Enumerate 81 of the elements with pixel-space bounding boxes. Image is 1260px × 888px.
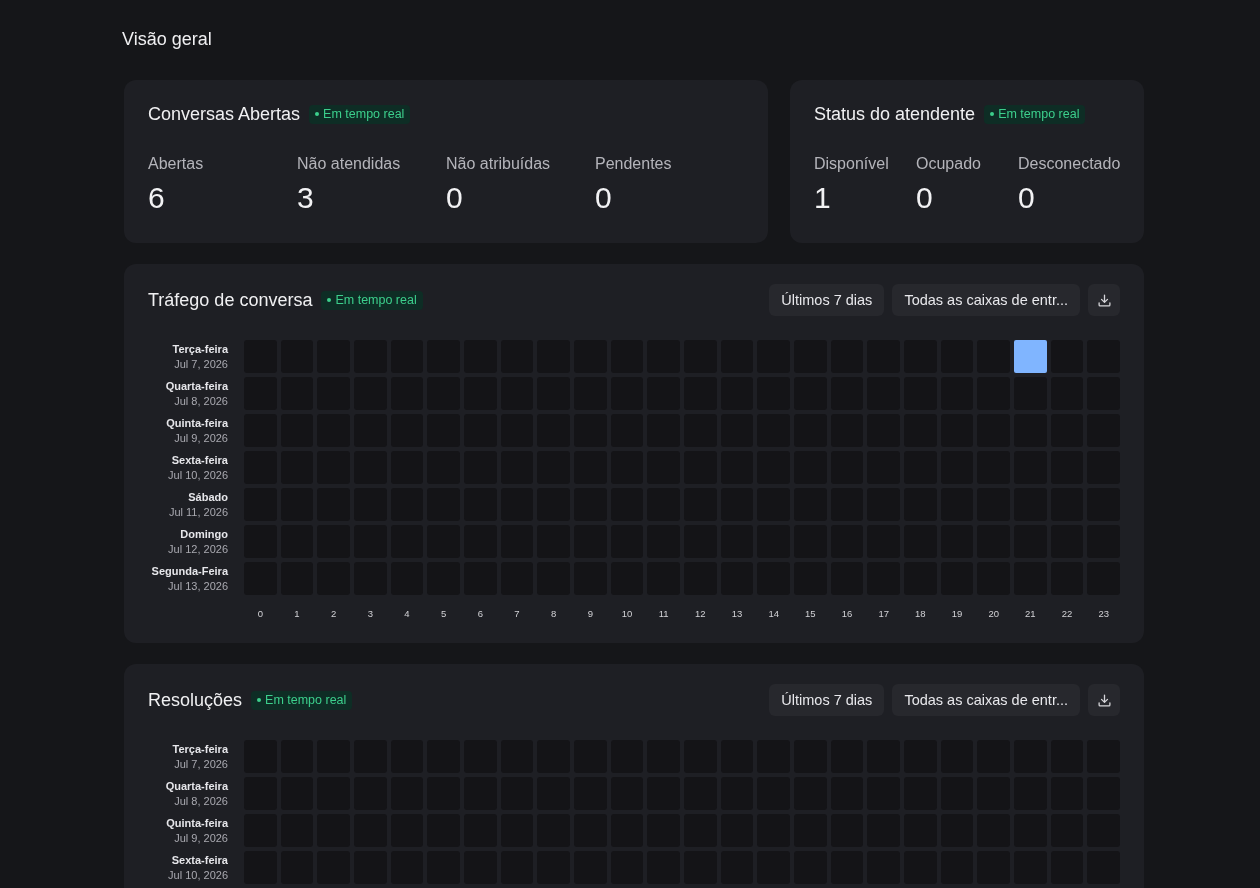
metric-label: Abertas <box>148 154 205 174</box>
hour-label: 7 <box>513 608 521 620</box>
date-label: Jul 11, 2026 <box>168 504 228 520</box>
weekday-label: Sábado <box>188 489 228 505</box>
date-label: Jul 9, 2026 <box>174 430 228 446</box>
metric-value: 3 <box>297 180 315 216</box>
hour-label: 20 <box>987 608 1000 620</box>
live-dot-icon <box>257 698 262 702</box>
metric-label: Não atribuídas <box>446 154 552 174</box>
hour-label: 15 <box>804 608 817 620</box>
download-icon <box>1097 293 1111 307</box>
metric-value: 0 <box>1018 180 1036 216</box>
hour-label: 22 <box>1060 608 1074 620</box>
date-label: Jul 7, 2026 <box>174 756 228 772</box>
date-label: Jul 8, 2026 <box>174 393 228 409</box>
live-dot-icon <box>327 298 332 302</box>
date-range-dropdown[interactable]: Últimos 7 dias <box>769 684 885 716</box>
date-label: Jul 10, 2026 <box>168 867 228 883</box>
hour-label: 5 <box>440 608 448 620</box>
card-title: Tráfego de conversa <box>148 289 313 312</box>
weekday-label: Terça-feira <box>172 741 228 757</box>
date-label: Jul 12, 2026 <box>168 541 228 557</box>
live-status-label: Em tempo real <box>265 691 347 709</box>
inbox-dropdown[interactable]: Todas as caixas de entr... <box>892 684 1080 716</box>
metric-value: 1 <box>814 180 832 216</box>
hour-label: 3 <box>366 608 374 620</box>
hour-label: 19 <box>950 608 964 620</box>
live-status-label: Em tempo real <box>998 105 1080 123</box>
weekday-label: Quarta-feira <box>165 778 228 794</box>
live-dot-icon <box>315 112 320 116</box>
date-label: Jul 7, 2026 <box>174 356 228 372</box>
weekday-label: Sexta-feira <box>171 452 228 468</box>
card-title: Resoluções <box>148 689 243 712</box>
hour-label: 12 <box>694 608 707 620</box>
hour-label: 0 <box>256 608 264 620</box>
metric-label: Desconectado <box>1018 154 1120 174</box>
page-title: Visão geral <box>122 28 212 51</box>
hour-label: 9 <box>586 608 594 620</box>
weekday-label: Domingo <box>180 526 228 542</box>
live-status-label: Em tempo real <box>335 291 417 309</box>
hour-label: 21 <box>1024 608 1037 620</box>
weekday-label: Sexta-feira <box>171 852 228 868</box>
inbox-dropdown[interactable]: Todas as caixas de entr... <box>892 284 1080 316</box>
card-title: Conversas Abertas <box>148 103 301 126</box>
download-button[interactable] <box>1088 684 1120 716</box>
live-dot-icon <box>990 112 995 116</box>
metric-label: Ocupado <box>916 154 982 174</box>
weekday-label: Terça-feira <box>172 341 228 357</box>
hour-label: 10 <box>620 608 634 620</box>
hour-label: 16 <box>840 608 854 620</box>
date-label: Jul 9, 2026 <box>174 830 228 846</box>
metric-value: 0 <box>446 180 464 216</box>
metric-value: 6 <box>148 180 166 216</box>
hour-label: 6 <box>476 608 484 620</box>
hour-label: 2 <box>330 608 338 620</box>
metric-label: Não atendidas <box>297 154 402 174</box>
hour-label: 17 <box>877 608 890 620</box>
date-range-dropdown[interactable]: Últimos 7 dias <box>769 284 885 316</box>
date-label: Jul 10, 2026 <box>168 467 228 483</box>
weekday-label: Quinta-feira <box>166 415 228 431</box>
metric-value: 0 <box>595 180 613 216</box>
hour-label: 4 <box>403 608 411 620</box>
hour-label: 1 <box>293 608 301 620</box>
metric-label: Pendentes <box>595 154 673 174</box>
live-status-label: Em tempo real <box>323 105 405 123</box>
hour-label: 14 <box>767 608 780 620</box>
hour-label: 23 <box>1097 608 1110 620</box>
card-title: Status do atendente <box>814 103 976 126</box>
download-button[interactable] <box>1088 284 1120 316</box>
hour-label: 8 <box>550 608 558 620</box>
download-icon <box>1097 693 1111 707</box>
metric-value: 0 <box>916 180 934 216</box>
weekday-label: Quarta-feira <box>165 378 228 394</box>
weekday-label: Segunda-Feira <box>151 563 228 579</box>
hour-label: 11 <box>657 608 670 620</box>
weekday-label: Quinta-feira <box>166 815 228 831</box>
hour-label: 13 <box>730 608 744 620</box>
metric-label: Disponível <box>814 154 890 174</box>
hour-label: 18 <box>914 608 927 620</box>
date-label: Jul 8, 2026 <box>174 793 228 809</box>
date-label: Jul 13, 2026 <box>168 578 228 594</box>
